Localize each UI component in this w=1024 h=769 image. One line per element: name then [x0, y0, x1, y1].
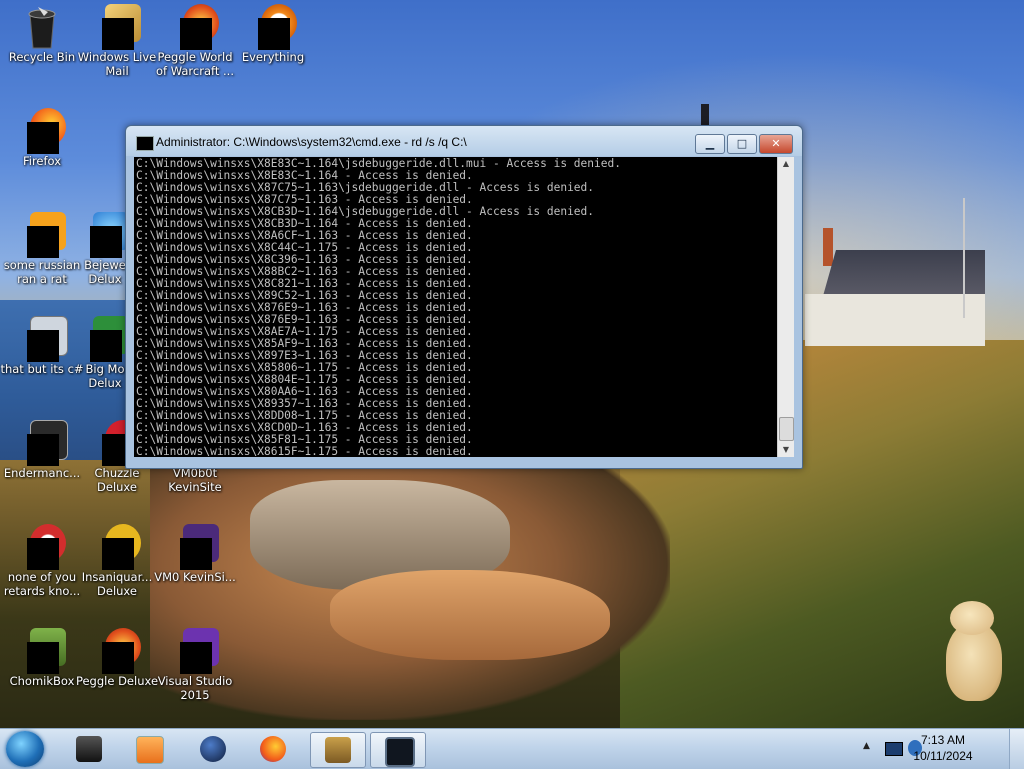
desktop-icon-endermanc[interactable]: Endermanc... [0, 420, 84, 480]
desktop-icon-firefox[interactable]: Firefox [0, 108, 84, 168]
desktop-icon-russian-rat[interactable]: some russian ran a rat [0, 212, 84, 286]
cmd-icon [385, 737, 415, 767]
media-player-icon [136, 736, 164, 764]
recycle-bin-icon [18, 4, 66, 49]
bejeweled-icon [81, 212, 129, 258]
globe-icon [200, 736, 226, 762]
taskbar-firefox[interactable] [246, 732, 300, 766]
clock-time: 7:13 AM [920, 733, 966, 747]
window-title: Administrator: C:\Windows\system32\cmd.e… [156, 135, 467, 149]
system-tray: ▲ 7:13 AM 10/11/2024 [859, 729, 1024, 769]
console-output[interactable]: C:\Windows\winsxs\X8E83C~1.164\jsdebugge… [134, 157, 777, 457]
desktop-icon-windows-live-mail[interactable]: Windows Live Mail [75, 4, 159, 78]
app-icon [18, 316, 68, 362]
cmd-icon [136, 136, 154, 151]
taskbar-terminal[interactable] [62, 732, 116, 766]
desktop-icon-everything[interactable]: Everything [231, 4, 315, 64]
minimize-button[interactable]: ▁ [695, 134, 725, 154]
desktop-icon-peggle-wow[interactable]: Peggle World of Warcraft ... [153, 4, 237, 78]
close-button[interactable]: ✕ [759, 134, 793, 154]
desktop-icon-that-but-csharp[interactable]: that but its c# [0, 316, 84, 376]
wallpaper-lighthouse [701, 104, 709, 126]
taskbar-globe[interactable] [186, 732, 240, 766]
firefox-icon [18, 108, 66, 154]
desktop-icon-visual-studio-2015[interactable]: Visual Studio 2015 [153, 628, 237, 702]
search-icon [249, 4, 297, 50]
desktop-pet-gopher[interactable] [940, 595, 1006, 705]
cmd-window[interactable]: Administrator: C:\Windows\system32\cmd.e… [125, 125, 803, 469]
scroll-down-arrow-icon[interactable]: ▼ [778, 443, 794, 457]
console-text: C:\Windows\winsxs\X8E83C~1.164\jsdebugge… [134, 157, 777, 458]
desktop-icon-recycle-bin[interactable]: Recycle Bin [0, 4, 84, 64]
game-icon [81, 316, 129, 362]
desktop-icon-chomikbox[interactable]: ChomikBox [0, 628, 84, 688]
show-hidden-icons-arrow-icon[interactable]: ▲ [863, 741, 870, 751]
peggle-icon [171, 4, 219, 50]
show-desktop-button[interactable] [1009, 729, 1024, 769]
wallpaper-house [805, 228, 985, 346]
desktop-icon-peggle-deluxe[interactable]: Peggle Deluxe [75, 628, 159, 688]
wallpaper-flagpole [963, 198, 965, 318]
maximize-button[interactable]: □ [727, 134, 757, 154]
console-line: C:\Windows\winsxs\X8615F~1.175 - Access … [136, 445, 473, 458]
start-button[interactable] [6, 731, 44, 767]
desktop-icon-insaniquarium[interactable]: Insaniquar... Deluxe [75, 524, 159, 598]
taskbar: ▲ 7:13 AM 10/11/2024 [0, 728, 1024, 769]
peggle-icon [93, 628, 141, 674]
chomikbox-icon [18, 628, 66, 674]
desktop-icon-none-of-you[interactable]: none of you retards kno... [0, 524, 84, 598]
vertical-scrollbar[interactable]: ▲ ▼ [777, 157, 794, 457]
desktop-wallpaper: Recycle Bin Windows Live Mail Peggle Wor… [0, 0, 1024, 728]
taskbar-cmd[interactable] [370, 732, 426, 768]
taskbar-media-player[interactable] [122, 732, 176, 766]
clock-date: 10/11/2024 [913, 749, 973, 763]
desktop-icon-vm0-kevinsite[interactable]: VM0 KevinSi... [153, 524, 237, 584]
firefox-icon [260, 736, 286, 762]
terminal-icon [76, 736, 102, 762]
shortcut-icon [171, 524, 219, 570]
wallpaper-rock [330, 570, 610, 660]
mail-icon [93, 4, 141, 50]
app-icon [18, 420, 68, 466]
cmd-titlebar[interactable]: Administrator: C:\Windows\system32\cmd.e… [126, 126, 802, 156]
taskbar-chomikbox[interactable] [310, 732, 366, 768]
game-icon [93, 524, 141, 570]
clock[interactable]: 7:13 AM 10/11/2024 [898, 732, 988, 764]
visual-studio-icon [171, 628, 219, 674]
scroll-thumb[interactable] [779, 417, 794, 441]
app-icon [18, 524, 66, 570]
scroll-up-arrow-icon[interactable]: ▲ [778, 157, 794, 171]
app-icon [18, 212, 66, 258]
chomikbox-icon [325, 737, 351, 763]
